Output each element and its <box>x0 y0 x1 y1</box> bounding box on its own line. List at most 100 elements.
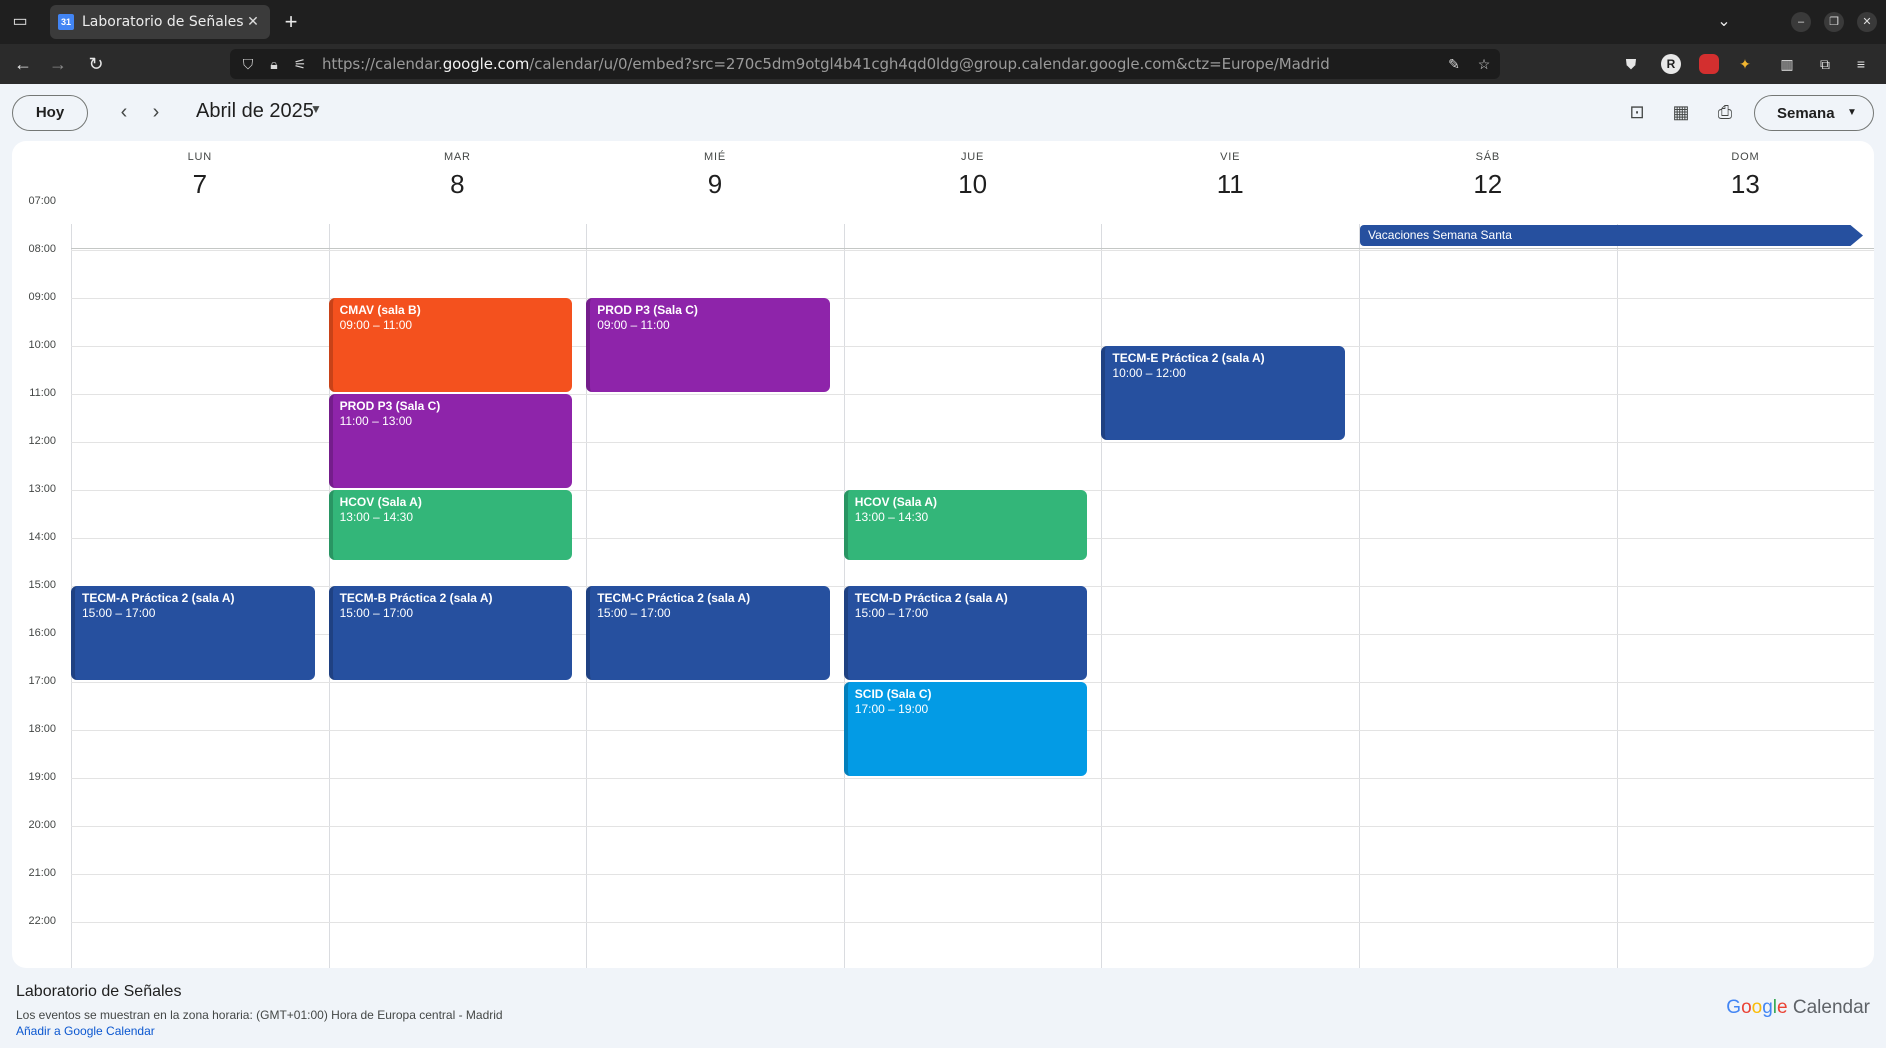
minimize-window-icon[interactable]: – <box>1791 12 1811 32</box>
menu-hamburger-icon[interactable]: ≡ <box>1851 54 1871 74</box>
calendar-event[interactable]: TECM-C Práctica 2 (sala A) 15:00 – 17:00 <box>586 586 830 680</box>
tracking-shield-icon[interactable]: ⛉ <box>238 54 258 74</box>
red-extension-icon[interactable] <box>1699 54 1719 74</box>
tab-overview-icon[interactable]: ▭ <box>8 10 32 34</box>
library-icon[interactable]: ▥ <box>1777 54 1797 74</box>
add-to-google-calendar-link[interactable]: Añadir a Google Calendar <box>16 1024 155 1038</box>
hour-label: 10:00 <box>28 339 56 351</box>
profile-avatar[interactable]: R <box>1661 54 1681 74</box>
browser-nav-bar: ← → ↻ ⛉ 🔒︎ ⚟ https://calendar.google.com… <box>0 44 1886 84</box>
calendar-event[interactable]: TECM-D Práctica 2 (sala A) 15:00 – 17:00 <box>843 586 1088 680</box>
previous-week-chevron-icon[interactable]: ‹ <box>110 98 138 126</box>
hour-label: 16:00 <box>28 627 56 639</box>
day-header[interactable]: VIE 11 <box>1101 151 1359 200</box>
extensions-puzzle-icon[interactable]: ⧉ <box>1815 54 1835 74</box>
calendar-event[interactable]: TECM-B Práctica 2 (sala A) 15:00 – 17:00 <box>328 586 573 680</box>
tab-close-icon[interactable]: ✕ <box>244 12 262 30</box>
calendar-header: Hoy ‹ › Abril de 2025 ▼ ⊡ ▦ ⎙ Semana ▼ <box>0 84 1886 140</box>
event-title: SCID (Sala C) <box>854 687 932 701</box>
agenda-calendar-icon[interactable]: ▦ <box>1667 98 1695 126</box>
calendar-name: Laboratorio de Señales <box>16 983 182 1000</box>
pocket-icon[interactable]: ⛊ <box>1621 54 1641 74</box>
day-number[interactable]: 12 <box>1359 169 1617 200</box>
calendar-event[interactable]: TECM-E Práctica 2 (sala A) 10:00 – 12:00 <box>1101 346 1345 440</box>
calendar-event[interactable]: SCID (Sala C) 17:00 – 19:00 <box>843 682 1088 776</box>
day-header[interactable]: DOM 13 <box>1617 151 1874 200</box>
hour-label: 12:00 <box>28 435 56 447</box>
hour-label: 08:00 <box>28 243 56 255</box>
hour-label: 22:00 <box>28 915 56 927</box>
ext-broom-icon[interactable]: ✦ <box>1735 54 1755 74</box>
url-text[interactable]: https://calendar.google.com/calendar/u/0… <box>322 55 1330 73</box>
day-header[interactable]: MAR 8 <box>329 151 587 200</box>
day-column-divider <box>1101 224 1103 968</box>
day-number[interactable]: 8 <box>329 169 587 200</box>
day-number[interactable]: 13 <box>1617 169 1874 200</box>
day-header[interactable]: SÁB 12 <box>1359 151 1617 200</box>
day-number[interactable]: 9 <box>586 169 844 200</box>
hour-label: 19:00 <box>28 771 56 783</box>
hour-label: 15:00 <box>28 579 56 591</box>
restore-window-icon[interactable]: ❐ <box>1824 12 1844 32</box>
lock-icon[interactable]: 🔒︎ <box>264 54 284 74</box>
view-selector[interactable]: Semana ▼ <box>1754 95 1874 131</box>
calendar-event[interactable]: TECM-A Práctica 2 (sala A) 15:00 – 17:00 <box>71 586 315 680</box>
feedback-icon[interactable]: ⊡ <box>1623 98 1651 126</box>
day-header[interactable]: JUE 10 <box>844 151 1102 200</box>
calendar-event[interactable]: CMAV (sala B) 09:00 – 11:00 <box>328 298 573 392</box>
permissions-icon[interactable]: ⚟ <box>290 54 310 74</box>
day-column-divider <box>1616 224 1618 968</box>
reload-icon[interactable]: ↻ <box>84 52 108 76</box>
hour-line <box>71 778 1874 779</box>
day-name: MIÉ <box>704 151 726 163</box>
view-caret-icon: ▼ <box>1847 107 1857 118</box>
day-header[interactable]: LUN 7 <box>71 151 329 200</box>
event-title: TECM-C Práctica 2 (sala A) <box>597 591 751 605</box>
hour-label: 21:00 <box>28 867 56 879</box>
calendar-event[interactable]: HCOV (Sala A) 13:00 – 14:30 <box>328 490 573 560</box>
print-icon[interactable]: ⎙ <box>1711 98 1739 126</box>
month-dropdown-caret-icon[interactable]: ▼ <box>310 102 322 116</box>
bookmark-star-icon[interactable]: ☆ <box>1474 54 1494 74</box>
event-time: 15:00 – 17:00 <box>597 606 671 620</box>
calendar-event[interactable]: HCOV (Sala A) 13:00 – 14:30 <box>843 490 1088 560</box>
hour-line <box>71 250 1874 251</box>
google-calendar-logo[interactable]: Google Calendar <box>1726 997 1870 1019</box>
view-selector-label: Semana <box>1777 105 1835 122</box>
back-arrow-icon[interactable]: ← <box>11 52 35 76</box>
day-number[interactable]: 10 <box>844 169 1102 200</box>
calendar-event[interactable]: PROD P3 (Sala C) 09:00 – 11:00 <box>586 298 830 392</box>
event-time: 09:00 – 11:00 <box>339 318 413 332</box>
day-number[interactable]: 11 <box>1101 169 1359 200</box>
next-week-chevron-icon[interactable]: › <box>142 98 170 126</box>
event-title: CMAV (sala B) <box>339 303 421 317</box>
event-title: TECM-D Práctica 2 (sala A) <box>854 591 1008 605</box>
extension-pin-icon[interactable]: ✎ <box>1444 54 1464 74</box>
calendar-favicon-icon: 31 <box>58 14 74 30</box>
calendar-event[interactable]: PROD P3 (Sala C) 11:00 – 13:00 <box>328 394 573 488</box>
hour-label: 13:00 <box>28 483 56 495</box>
hour-line <box>71 826 1874 827</box>
calendar-footer: Laboratorio de Señales Los eventos se mu… <box>0 975 1886 1048</box>
allday-event[interactable]: Vacaciones Semana Santa <box>1360 225 1863 246</box>
forward-arrow-icon[interactable]: → <box>46 52 70 76</box>
event-title: TECM-B Práctica 2 (sala A) <box>339 591 493 605</box>
tab-list-chevron-icon[interactable]: ⌄ <box>1712 10 1736 34</box>
event-title: HCOV (Sala A) <box>339 495 422 509</box>
event-time: 11:00 – 13:00 <box>339 414 413 428</box>
today-button[interactable]: Hoy <box>12 95 88 131</box>
new-tab-plus-icon[interactable]: + <box>279 10 303 34</box>
allday-separator <box>71 248 1874 249</box>
day-name: JUE <box>961 151 985 163</box>
close-window-icon[interactable]: ✕ <box>1857 12 1877 32</box>
event-title: TECM-A Práctica 2 (sala A) <box>82 591 235 605</box>
hour-line <box>71 874 1874 875</box>
month-title[interactable]: Abril de 2025 <box>196 100 314 123</box>
day-column-divider <box>1359 224 1360 968</box>
url-bar[interactable]: ⛉ 🔒︎ ⚟ https://calendar.google.com/calen… <box>230 49 1500 79</box>
hour-label: 17:00 <box>28 675 56 687</box>
timezone-note: Los eventos se muestran en la zona horar… <box>16 1008 503 1022</box>
day-number[interactable]: 7 <box>71 169 329 200</box>
browser-tab-active[interactable]: 31 Laboratorio de Señales ✕ <box>50 5 270 39</box>
day-header[interactable]: MIÉ 9 <box>586 151 844 200</box>
